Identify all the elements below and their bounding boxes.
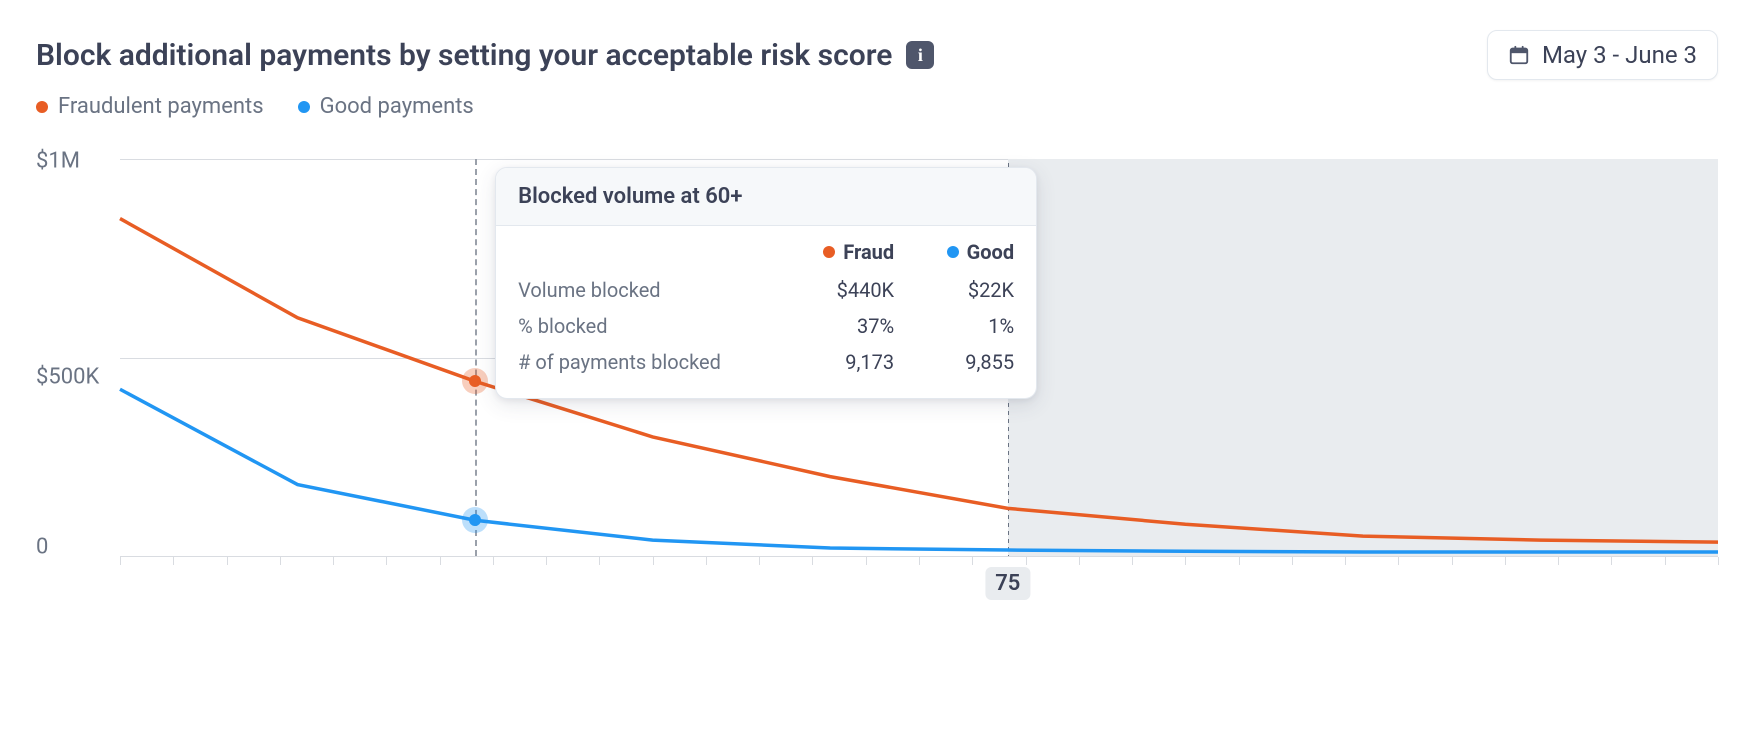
hover-point-fraud [462,368,488,394]
chart-legend: Fraudulent payments Good payments [36,94,1718,119]
y-tick-bottom: 0 [36,534,48,559]
tooltip-title: Blocked volume at 60+ [496,168,1036,226]
legend-label-good: Good payments [320,94,474,119]
hover-point-good [462,507,488,533]
chart-tooltip: Blocked volume at 60+ Fraud Good Volume … [495,167,1037,399]
page-title: Block additional payments by setting you… [36,38,892,73]
tooltip-col-good: Good [934,240,1014,264]
date-range-label: May 3 - June 3 [1542,41,1697,69]
x-axis-ticks [120,549,1718,557]
y-tick-mid: $500K [36,365,99,390]
tooltip-row-count: # of payments blocked 9,173 9,855 [518,344,1014,380]
series-line-good [120,389,1718,552]
legend-label-fraud: Fraudulent payments [58,94,264,119]
legend-dot-blue [298,101,310,113]
tooltip-row-volume: Volume blocked $440K $22K [518,272,1014,308]
legend-item-good: Good payments [298,94,474,119]
y-tick-top: $1M [36,149,80,174]
date-range-picker[interactable]: May 3 - June 3 [1487,30,1718,80]
threshold-handle[interactable]: 75 [985,567,1030,600]
tooltip-row-percent: % blocked 37% 1% [518,308,1014,344]
info-icon[interactable]: i [906,41,934,69]
legend-dot-orange [36,101,48,113]
calendar-icon [1508,44,1530,66]
legend-item-fraud: Fraudulent payments [36,94,264,119]
tooltip-col-fraud: Fraud [814,240,894,264]
risk-score-chart[interactable]: $1M $500K 0 75 Blocked volume at 60+ [36,147,1718,617]
